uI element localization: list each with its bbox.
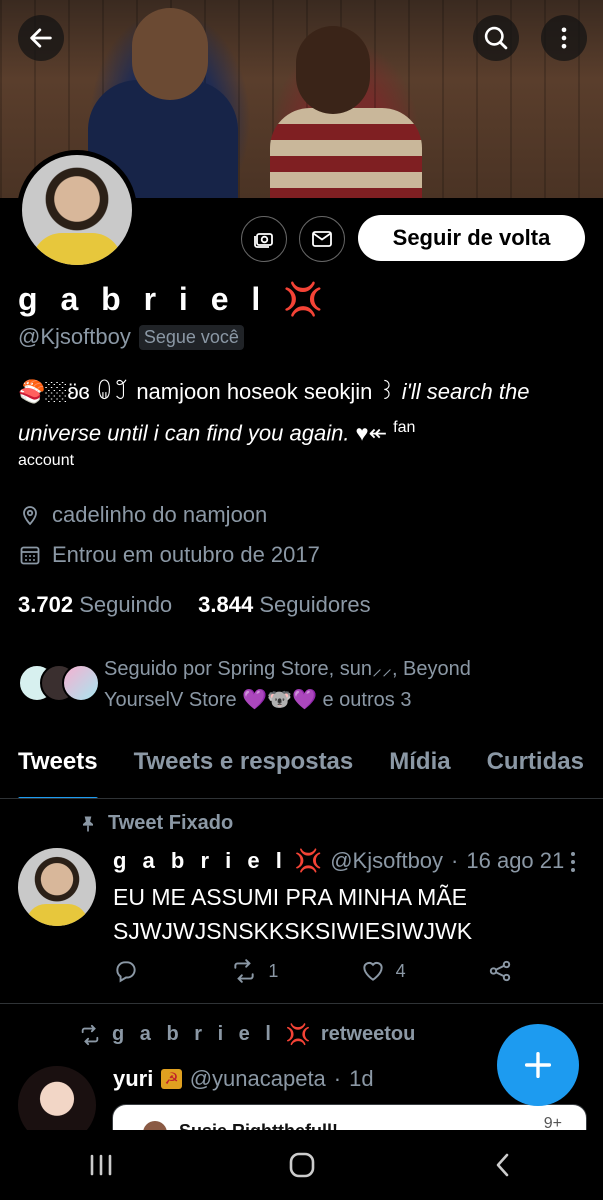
share-icon (489, 960, 511, 982)
anger-emoji: 💢 (283, 281, 330, 317)
profile-bio: 🍣🏼ʚ̈ɞ ꐑ꒸ namjoon hoseok seokjin ꒱ i'll s… (18, 374, 578, 471)
system-back-button[interactable] (473, 1145, 533, 1185)
tab-tweets-label: Tweets (18, 748, 98, 775)
followers-label: Seguidores (259, 592, 371, 617)
profile-handle: @Kjsoftboy (18, 324, 131, 349)
joined-row: Entrou em outubro de 2017 (18, 542, 320, 568)
home-icon (289, 1152, 314, 1178)
banner-figure-left-head (132, 8, 208, 100)
following-label: Seguindo (79, 592, 173, 617)
following-link[interactable]: 3.702 Seguindo (18, 592, 172, 618)
search-button[interactable] (473, 15, 519, 61)
tweet-text: EU ME ASSUMI PRA MINHA MÃE SJWJWJSNSKKSK… (113, 884, 473, 944)
reply-button[interactable] (113, 958, 149, 984)
back-button[interactable] (18, 15, 64, 61)
tab-media[interactable]: Mídia (371, 744, 468, 798)
location-pin-icon (23, 506, 37, 526)
bio-fan: fan (393, 419, 416, 436)
pinned-label: Tweet Fixado (108, 812, 234, 834)
banner-figure-right-head (296, 26, 370, 114)
location-row: cadelinho do namjoon (18, 502, 267, 528)
tweet-more-icon[interactable] (563, 850, 583, 874)
bio-heart: ♥︎↞ (349, 420, 394, 446)
author-badge: ☭ (161, 1069, 182, 1089)
bio-account: account (18, 452, 75, 470)
retweet-label-row: g a b r i e l 💢 retweetou (78, 1022, 415, 1047)
chevron-left-icon (496, 1153, 508, 1177)
retweet-icon (81, 1024, 99, 1045)
share-button[interactable] (487, 958, 513, 984)
tweet-author-handle: @yunacapeta (189, 1066, 326, 1091)
tweet-date[interactable]: 1d (349, 1066, 373, 1092)
separator-dot: · (451, 848, 459, 873)
tab-tweets[interactable]: Tweets (0, 744, 116, 798)
pinned-tweet-header: g a b r i e l 💢 @Kjsoftboy · 16 ago 21 (113, 848, 564, 874)
message-button[interactable] (299, 216, 345, 262)
home-button[interactable] (272, 1145, 332, 1185)
retweeted-label: retweetou (320, 1023, 416, 1045)
arrow-left-icon (30, 28, 52, 48)
follows-you-badge: Segue você (138, 324, 244, 350)
retweet-button[interactable]: 1 (230, 958, 278, 984)
camera-stack-icon (254, 233, 273, 248)
following-count: 3.702 (18, 592, 74, 617)
tweet-actions: 1 4 (113, 958, 513, 984)
professional-tools-button[interactable] (241, 216, 287, 262)
heart-icon (362, 961, 383, 981)
search-icon (484, 26, 508, 50)
like-button[interactable]: 4 (360, 958, 406, 984)
banner-figure-right (270, 108, 422, 198)
avatar-shirt (32, 233, 122, 265)
avatar (62, 664, 100, 702)
avatar-shirt (26, 904, 88, 926)
followers-count: 3.844 (198, 592, 254, 617)
followed-by-text: Seguido por Spring Store, sun⸝⸝, Beyond … (104, 658, 471, 711)
profile-avatar-frame[interactable] (17, 150, 137, 270)
profile-name: g a b r i e l 💢 (18, 280, 330, 318)
plus-icon (524, 1051, 552, 1079)
avatar[interactable] (22, 155, 132, 265)
followed-by-row[interactable]: Seguido por Spring Store, sun⸝⸝, Beyond … (18, 654, 544, 716)
avatar[interactable] (18, 848, 96, 926)
calendar-icon (20, 546, 40, 565)
system-nav-bar (0, 1130, 603, 1200)
more-button[interactable] (541, 15, 587, 61)
tab-likes[interactable]: Curtidas (469, 744, 602, 798)
pinned-label-row: Tweet Fixado (78, 812, 233, 835)
tweet-author-handle: @Kjsoftboy (330, 848, 444, 873)
more-vertical-icon (561, 27, 567, 49)
follow-back-button[interactable]: Seguir de volta (358, 215, 585, 261)
followers-link[interactable]: 3.844 Seguidores (198, 592, 371, 618)
like-count: 4 (395, 960, 406, 981)
handle-row: @Kjsoftboy Segue você (18, 324, 244, 350)
profile-name-text: g a b r i e l (18, 281, 268, 317)
tab-tweets-replies[interactable]: Tweets e respostas (116, 744, 372, 798)
tweet-author-name[interactable]: yuri (113, 1066, 153, 1092)
recent-apps-button[interactable] (71, 1145, 131, 1185)
followed-by-avatars (18, 664, 100, 704)
active-tab-indicator (18, 797, 98, 798)
tweet-date[interactable]: 16 ago 21 (466, 848, 564, 874)
bio-emojis: 🍣🏼ʚ̈ɞ ꐑ꒸ (18, 379, 131, 404)
retweet-header: yuri ☭ @yunacapeta · 1d (113, 1066, 374, 1092)
tweet-author-name[interactable]: g a b r i e l (113, 848, 287, 874)
separator-dot: · (333, 1066, 342, 1091)
bio-text: namjoon hoseok seokjin ꒱ (130, 379, 402, 404)
tweet-divider (0, 1003, 603, 1004)
anger-emoji: 💢 (294, 848, 323, 873)
follow-counts: 3.702 Seguindo 3.844 Seguidores (18, 592, 371, 618)
envelope-icon (312, 231, 332, 247)
compose-tweet-button[interactable] (497, 1024, 579, 1106)
retweeter-name[interactable]: g a b r i e l (112, 1023, 276, 1046)
pin-icon (83, 816, 93, 831)
anger-emoji: 💢 (285, 1024, 311, 1046)
location-text: cadelinho do namjoon (52, 502, 268, 527)
retweet-icon (234, 959, 254, 983)
retweet-count: 1 (268, 960, 279, 981)
joined-text: Entrou em outubro de 2017 (52, 542, 320, 567)
recent-apps-icon (90, 1154, 111, 1176)
reply-icon (116, 961, 136, 983)
profile-tabs: Tweets Tweets e respostas Mídia Curtidas (0, 744, 603, 799)
